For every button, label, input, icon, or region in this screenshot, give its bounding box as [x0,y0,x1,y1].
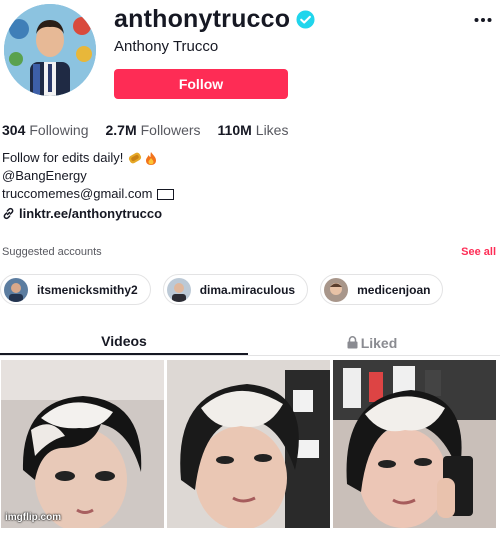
video-thumbnail[interactable] [167,360,330,528]
tab-videos[interactable]: Videos [0,330,248,355]
suggested-accounts: itsmenicksmithy2 dima.miraculous medicen… [0,274,444,305]
watermark: imgflip.com [5,512,62,523]
username: anthonytrucco [114,5,291,33]
suggested-account-chip[interactable]: medicenjoan [320,274,444,305]
stat-followers[interactable]: 2.7M Followers [106,122,201,138]
profile-stats: 304 Following 2.7M Followers 110M Likes [2,122,305,138]
display-name: Anthony Trucco [114,38,219,55]
bio-line-1: Follow for edits daily! [2,149,174,167]
link-icon [3,207,14,220]
more-icon[interactable] [474,6,492,29]
follow-button[interactable]: Follow [114,69,288,99]
energy-can-emoji-icon [129,152,142,163]
video-grid: imgflip.com [1,360,496,528]
profile-avatar[interactable] [4,4,96,96]
fire-emoji-icon [146,151,157,165]
username-row: anthonytrucco [114,5,315,34]
envelope-icon [157,188,175,200]
stat-following[interactable]: 304 Following [2,122,89,138]
video-thumbnail[interactable]: imgflip.com [1,360,164,528]
bio-line-2[interactable]: @BangEnergy [2,167,174,185]
video-thumbnail[interactable] [333,360,496,528]
stat-likes: 110M Likes [217,122,289,138]
lock-icon [347,336,358,349]
bio-line-3: truccomemes@gmail.com [2,185,175,203]
bio-link[interactable]: linktr.ee/anthonytrucco [2,206,162,221]
suggested-account-chip[interactable]: dima.miraculous [162,274,309,305]
suggested-account-chip[interactable]: itsmenicksmithy2 [0,274,151,305]
avatar [324,277,349,302]
avatar [4,277,28,302]
suggested-title: Suggested accounts [2,246,102,258]
see-all-link[interactable]: See all [461,246,496,258]
verified-icon [296,10,315,29]
avatar [166,277,191,302]
bio: Follow for edits daily! @BangEnergy truc… [2,149,175,203]
tab-liked[interactable]: Liked [248,330,496,355]
profile-tabs: Videos Liked [0,330,500,356]
